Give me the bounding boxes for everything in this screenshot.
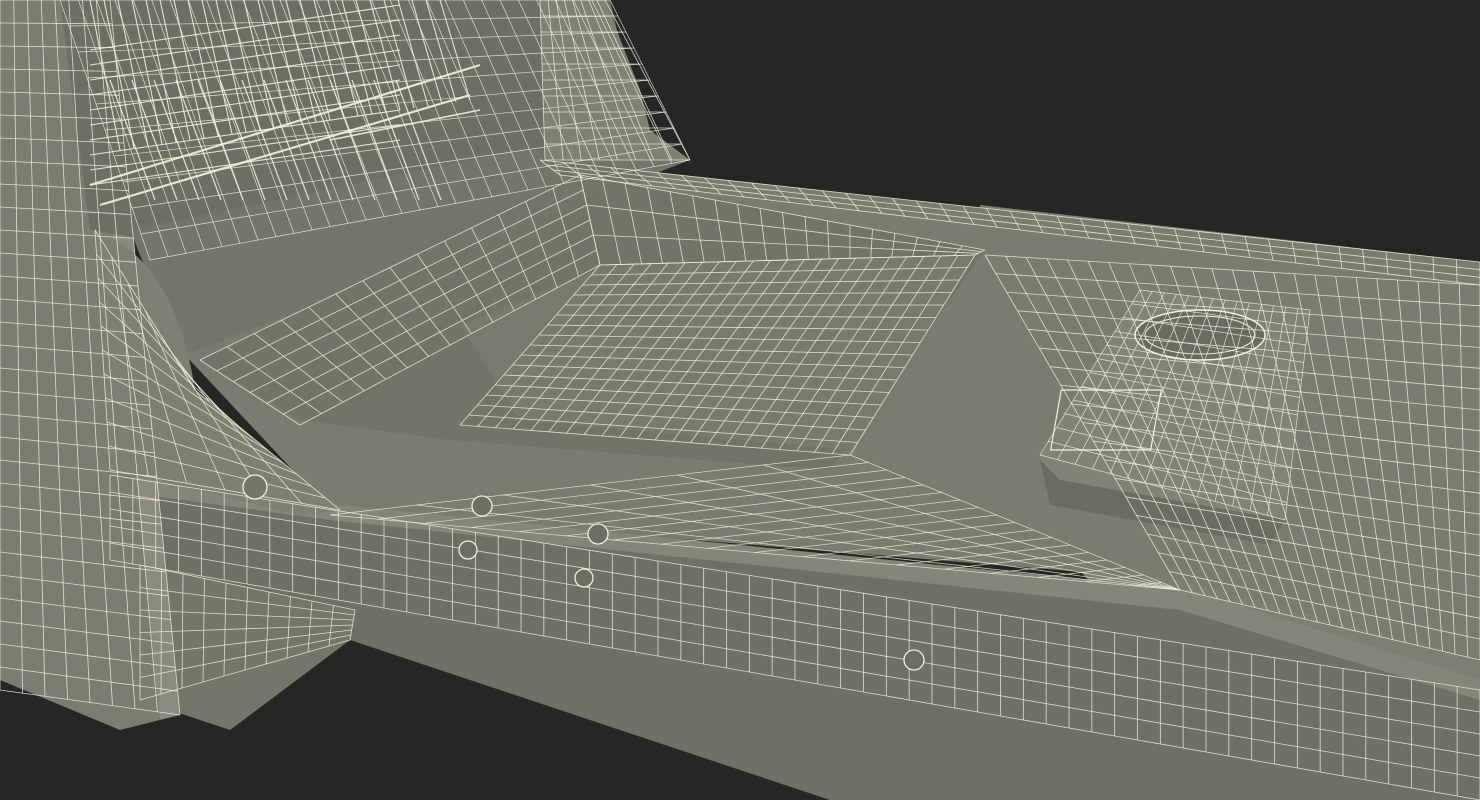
screw bbox=[471, 495, 493, 517]
screw bbox=[458, 540, 478, 560]
wireframe-render bbox=[0, 0, 1480, 800]
screw bbox=[903, 649, 925, 671]
render-canvas bbox=[0, 0, 1480, 800]
screw bbox=[242, 474, 268, 500]
screw bbox=[574, 568, 594, 588]
screw bbox=[587, 523, 609, 545]
mesh-edge bbox=[1456, 259, 1458, 283]
